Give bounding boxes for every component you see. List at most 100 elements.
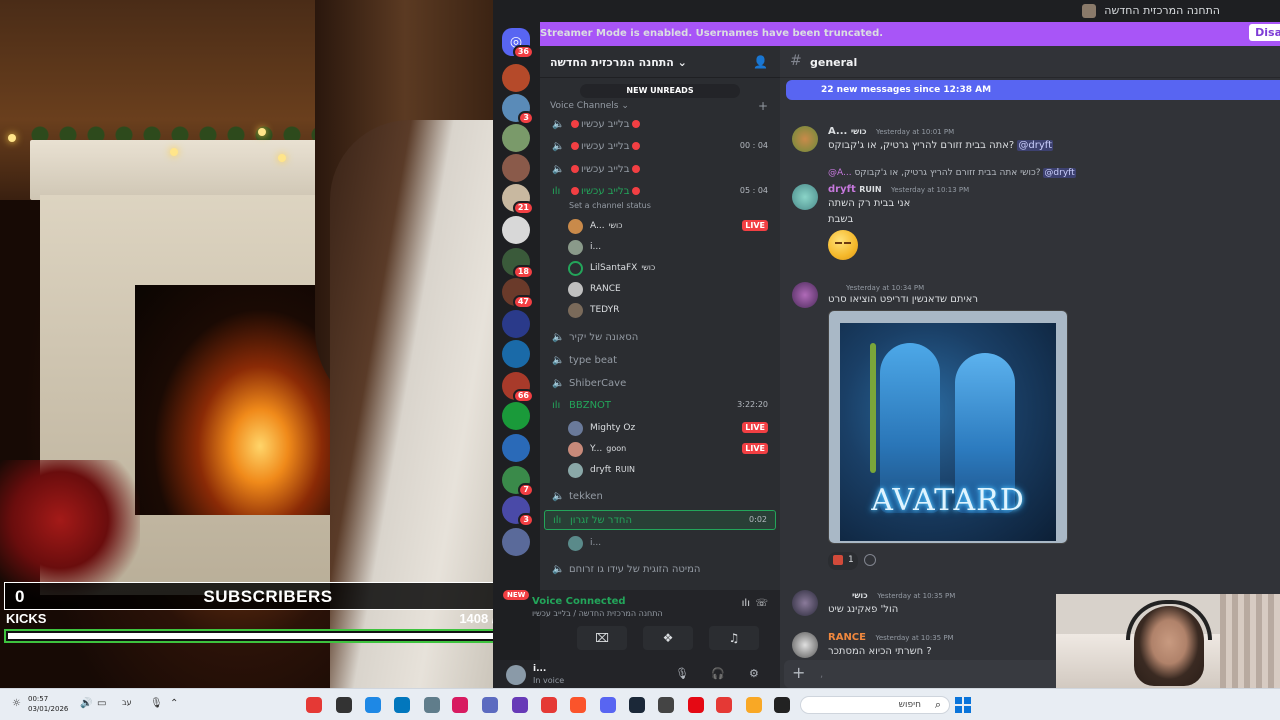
steam-icon[interactable] bbox=[629, 697, 645, 713]
avatar[interactable] bbox=[792, 590, 818, 616]
weather-icon[interactable]: ☼ bbox=[12, 698, 21, 709]
search-input[interactable]: חיפוש ⌕ bbox=[800, 696, 950, 714]
message-author[interactable]: Yesterday at 10:34 PM bbox=[828, 282, 924, 293]
voice-channel[interactable]: 🔈 type beat bbox=[544, 351, 776, 371]
record-icon[interactable] bbox=[306, 697, 322, 713]
chevron-up-icon[interactable]: ⌃ bbox=[170, 698, 178, 709]
netflix-icon[interactable] bbox=[688, 697, 704, 713]
voice-channel[interactable]: ılı החדר של זגרון 0:02 bbox=[544, 510, 776, 530]
voice-member[interactable]: i... bbox=[568, 237, 776, 257]
discord-icon[interactable] bbox=[600, 697, 616, 713]
server-icon[interactable]: 21 bbox=[502, 184, 534, 215]
server-icon[interactable]: 47 bbox=[502, 278, 534, 309]
voice-member[interactable]: i... bbox=[568, 533, 776, 553]
server-icon[interactable] bbox=[502, 64, 530, 92]
activity-button[interactable]: ❖ bbox=[643, 626, 693, 650]
disable-button[interactable]: Disa bbox=[1249, 24, 1280, 41]
avatar[interactable] bbox=[792, 282, 818, 308]
terminal-icon[interactable] bbox=[774, 697, 790, 713]
app-icon[interactable] bbox=[452, 697, 468, 713]
volume-icon[interactable]: 🔊 bbox=[80, 698, 92, 709]
voice-member[interactable]: A... כושי LIVE bbox=[568, 216, 776, 236]
app-icon[interactable] bbox=[336, 697, 352, 713]
play-icon[interactable] bbox=[541, 697, 557, 713]
taskbar-clock[interactable]: 00:57 03/01/2026 bbox=[28, 694, 68, 714]
headset-icon[interactable] bbox=[512, 697, 528, 713]
voice-channel[interactable]: 🔈 המיטה הזוגית של עידו גו זרוחם bbox=[544, 560, 776, 580]
home-button[interactable]: ◎ 36 bbox=[502, 28, 534, 59]
network-icon[interactable]: ▭ bbox=[97, 698, 106, 709]
server-header[interactable]: התחנה המרכזית החדשה ⌄ 👤 bbox=[540, 46, 780, 78]
server-icon[interactable] bbox=[502, 402, 530, 430]
avatar[interactable] bbox=[792, 126, 818, 152]
soundboard-icon: ♫ bbox=[728, 631, 740, 645]
voice-channel[interactable]: 🔈 tekken bbox=[544, 487, 776, 507]
avatar[interactable] bbox=[792, 184, 818, 210]
reply-preview[interactable]: @A... כושי אתה בבית זזורם להריץ גרטיק, א… bbox=[828, 168, 1076, 178]
voice-channel[interactable]: 🔈 בלייב עכשיו bbox=[544, 160, 776, 180]
folder-icon[interactable] bbox=[746, 697, 762, 713]
voice-member[interactable]: RANCE bbox=[568, 279, 776, 299]
server-icon[interactable] bbox=[502, 434, 530, 462]
server-icon[interactable] bbox=[502, 216, 530, 244]
soundboard-button[interactable]: ♫ bbox=[709, 626, 759, 650]
voice-member[interactable]: Mighty Oz LIVE bbox=[568, 418, 776, 438]
channel-label: בלייב עכשיו bbox=[569, 141, 642, 152]
language-indicator[interactable]: עב bbox=[122, 698, 132, 707]
add-channel-icon[interactable]: + bbox=[758, 99, 768, 113]
voice-member[interactable]: TEDYR bbox=[568, 300, 776, 320]
start-button[interactable] bbox=[955, 697, 971, 713]
new-messages-bar[interactable]: 22 new messages since 12:38 AM bbox=[786, 80, 1280, 100]
signal-icon[interactable]: ılı bbox=[742, 598, 750, 609]
server-icon[interactable] bbox=[502, 340, 530, 368]
microphone-icon[interactable]: 🎙 bbox=[675, 667, 689, 680]
voice-channel[interactable]: 🔈 הסאונה של יקיר bbox=[544, 328, 776, 348]
message-author[interactable]: dryft RUIN Yesterday at 10:13 PM bbox=[828, 184, 969, 195]
server-icon[interactable] bbox=[502, 154, 530, 182]
server-icon[interactable] bbox=[502, 528, 530, 556]
voice-channel[interactable]: 🔈 בלייב עכשיו bbox=[544, 115, 776, 135]
disconnect-icon[interactable]: ☏ bbox=[755, 598, 768, 609]
message-text: אתה בבית זזורם להריץ גרטיק, או ג'קבוקס? … bbox=[828, 140, 1054, 151]
camera-button[interactable]: ⌧ bbox=[577, 626, 627, 650]
reaction-pill[interactable]: 1 bbox=[828, 552, 858, 570]
browser-icon[interactable] bbox=[365, 697, 381, 713]
headphones-icon[interactable]: 🎧 bbox=[711, 667, 725, 680]
category-voice-channels[interactable]: Voice Channels ⌄ bbox=[550, 101, 629, 111]
channel-status[interactable]: Set a channel status bbox=[569, 201, 651, 210]
server-icon[interactable]: 3 bbox=[502, 94, 534, 125]
avatar[interactable] bbox=[792, 632, 818, 658]
voice-member[interactable]: Y... goon LIVE bbox=[568, 439, 776, 459]
add-reaction-icon[interactable] bbox=[864, 554, 876, 566]
voice-member[interactable]: dryft RUIN bbox=[568, 460, 776, 480]
plus-icon[interactable]: + bbox=[792, 663, 805, 682]
store-icon[interactable] bbox=[394, 697, 410, 713]
image-attachment[interactable]: AVATARD bbox=[828, 310, 1068, 544]
brave-icon[interactable] bbox=[570, 697, 586, 713]
microphone-icon[interactable]: 🎙 bbox=[150, 698, 163, 709]
voice-channel[interactable]: 🔈 בלייב עכשיו 00 : 04 bbox=[544, 137, 776, 157]
server-icon[interactable] bbox=[502, 310, 530, 338]
server-icon[interactable]: 18 bbox=[502, 248, 534, 279]
server-icon[interactable]: 7 bbox=[502, 466, 534, 497]
message-author[interactable]: RANCE Yesterday at 10:35 PM bbox=[828, 632, 954, 643]
app-icon[interactable] bbox=[716, 697, 732, 713]
voice-channel[interactable]: ılı BBZNOT 3:22:20 bbox=[544, 396, 776, 416]
server-icon[interactable]: 3 bbox=[502, 496, 534, 527]
message-author[interactable]: A... כושי Yesterday at 10:01 PM bbox=[828, 126, 954, 137]
avatar[interactable] bbox=[506, 665, 526, 685]
gear-icon[interactable]: ⚙ bbox=[749, 667, 759, 680]
new-unreads-pill[interactable]: NEW UNREADS bbox=[580, 84, 740, 98]
chatgpt-icon[interactable] bbox=[658, 697, 674, 713]
message-author[interactable]: כושי Yesterday at 10:35 PM bbox=[828, 590, 955, 601]
voice-channel[interactable]: 🔈 ShiberCave bbox=[544, 374, 776, 394]
voice-connected-label[interactable]: Voice Connected bbox=[532, 596, 626, 607]
voice-member[interactable]: LilSantaFX כושי bbox=[568, 258, 776, 278]
invite-people-icon[interactable]: 👤 bbox=[753, 55, 768, 69]
server-icon[interactable] bbox=[502, 124, 530, 152]
app-icon[interactable] bbox=[482, 697, 498, 713]
voice-channel[interactable]: ılı בלייב עכשיו 05 : 04 bbox=[544, 182, 776, 202]
channel-label: בלייב עכשיו bbox=[569, 119, 642, 130]
server-icon[interactable]: 66 bbox=[502, 372, 534, 403]
settings-icon[interactable] bbox=[424, 697, 440, 713]
